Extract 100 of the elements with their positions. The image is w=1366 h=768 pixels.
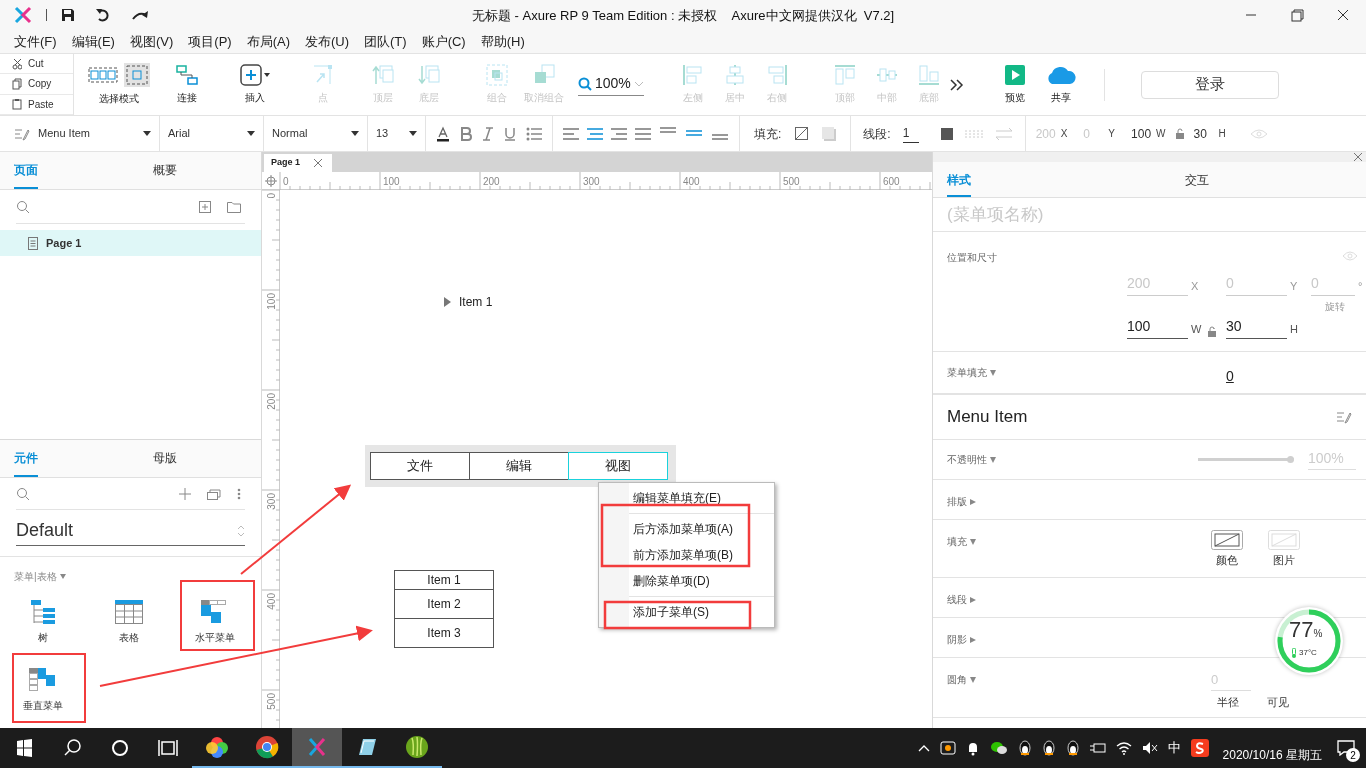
menu-item[interactable]: 账户(C) (415, 31, 472, 52)
align-text-right-icon[interactable] (611, 127, 627, 140)
penguin-icon[interactable] (1041, 740, 1056, 756)
section-header[interactable]: 排版 (947, 494, 976, 509)
widget-type-dropdown[interactable]: Menu Item (0, 116, 160, 151)
menu-item[interactable]: 编辑 (469, 452, 569, 480)
widget-item[interactable]: 表格 (86, 592, 172, 652)
position-field[interactable]: 30 (1193, 124, 1216, 143)
menu-item[interactable]: 团队(T) (358, 31, 413, 52)
panel-tab[interactable]: 概要 (153, 161, 177, 189)
menu-fill-field[interactable]: 0 (1226, 366, 1234, 387)
tree-item[interactable]: Item 1 (459, 293, 493, 311)
context-menu-item[interactable]: 删除菜单项(D) (599, 568, 774, 594)
chevron-up-icon[interactable] (917, 744, 930, 752)
underline-icon[interactable] (504, 126, 516, 141)
position-field[interactable]: 100 (1127, 317, 1188, 339)
context-menu-item[interactable]: 添加子菜单(S) (599, 599, 774, 625)
widget-item[interactable]: 垂直菜单 (0, 660, 86, 720)
category-label[interactable]: 菜单|表格 (14, 569, 261, 584)
italic-icon[interactable] (482, 126, 494, 141)
section-header[interactable]: 阴影 (947, 632, 976, 647)
fill-type-button[interactable]: 图片 (1268, 530, 1300, 569)
speaker-muted-icon[interactable] (1141, 741, 1158, 755)
panel-tab[interactable]: 元件 (14, 449, 38, 477)
widget-item[interactable]: 水平菜单 (172, 592, 258, 652)
slider[interactable] (1198, 458, 1294, 461)
toolbar-button[interactable]: 连接 (168, 54, 206, 115)
redo-icon[interactable] (131, 9, 149, 21)
toolbar-button[interactable]: 预览 (995, 54, 1034, 115)
crosshair-icon[interactable] (265, 175, 277, 187)
lock-icon[interactable] (1175, 127, 1186, 140)
menu-item[interactable]: 布局(A) (240, 31, 296, 52)
toolbar-button[interactable]: Cut (0, 54, 73, 75)
stroke-width-field[interactable]: 1 (902, 124, 919, 143)
close-icon[interactable] (1354, 153, 1362, 161)
wifi-icon[interactable] (1115, 741, 1132, 755)
position-field[interactable]: 100 (1131, 124, 1154, 143)
section-header[interactable]: 填充 (947, 534, 976, 549)
section-header[interactable]: 线段 (947, 592, 976, 607)
toolbar-button[interactable]: 选择模式 (84, 54, 154, 115)
library-dropdown[interactable]: Default (16, 516, 245, 546)
context-menu-item[interactable]: 后方添加菜单项(A) (599, 516, 774, 542)
context-menu-item[interactable]: 前方添加菜单项(B) (599, 542, 774, 568)
menu-item[interactable]: 帮助(H) (474, 31, 531, 52)
widget-item[interactable]: 树 (0, 592, 86, 652)
menu-item[interactable]: 编辑(E) (65, 31, 121, 52)
close-icon[interactable] (314, 159, 323, 167)
stroke-color-icon[interactable] (940, 127, 953, 140)
text-color-icon[interactable] (436, 125, 450, 142)
panel-tab[interactable]: 母版 (153, 449, 177, 477)
penguin-icon[interactable] (1065, 740, 1080, 756)
expand-triangle-icon[interactable] (444, 297, 451, 307)
menu-item[interactable]: 项目(P) (182, 31, 238, 52)
toolbar-button[interactable]: Paste (0, 94, 73, 115)
folder-icon[interactable] (227, 200, 241, 213)
plus-icon[interactable] (179, 487, 191, 500)
undo-icon[interactable] (95, 8, 111, 22)
bullet-list-icon[interactable] (526, 126, 542, 141)
power-plug-icon[interactable] (1089, 741, 1106, 755)
toolbar-button[interactable]: Copy (0, 74, 73, 95)
page-item[interactable]: Page 1 (0, 230, 261, 256)
sogou-icon[interactable] (1190, 739, 1209, 757)
justify-icon[interactable] (635, 127, 651, 140)
font-size-dropdown[interactable]: 13 (368, 116, 426, 151)
panel-tab[interactable]: 交互 (1185, 171, 1209, 197)
menu-item[interactable]: 视图(V) (123, 31, 180, 52)
section-header[interactable]: 菜单填充 (947, 365, 996, 380)
fill-type-button[interactable]: 颜色 (1211, 530, 1243, 569)
lock-icon[interactable] (1208, 326, 1217, 337)
font-style-dropdown[interactable]: Normal (264, 116, 368, 151)
menu-item[interactable]: 发布(U) (299, 31, 356, 52)
fill-color-icon[interactable] (795, 127, 809, 140)
menu-item[interactable]: Item 2 (394, 589, 494, 619)
section-header[interactable]: 不透明性 (947, 452, 996, 467)
align-text-center-icon[interactable] (587, 127, 603, 140)
context-menu-item[interactable]: 编辑菜单填充(E) (599, 485, 774, 511)
toolbar-button[interactable]: 插入 (236, 54, 274, 115)
security-app-icon[interactable] (939, 740, 956, 756)
chat-bubbles-icon[interactable] (989, 740, 1008, 756)
bold-icon[interactable] (460, 126, 472, 141)
zoom-dropdown[interactable]: 100% (578, 73, 644, 96)
align-text-left-icon[interactable] (563, 127, 579, 140)
menu-item[interactable]: 文件(F) (8, 31, 63, 52)
penguin-icon[interactable] (1017, 740, 1032, 756)
double-chevron-icon[interactable] (949, 78, 964, 91)
menu-item[interactable]: Item 3 (394, 618, 494, 648)
menu-item[interactable]: 文件 (370, 452, 470, 480)
more-vertical-icon[interactable] (237, 487, 241, 500)
font-dropdown[interactable]: Arial (160, 116, 264, 151)
menu-item[interactable]: Item 1 (394, 570, 494, 590)
add-page-icon[interactable] (199, 200, 211, 213)
toolbar-button[interactable]: 共享 (1041, 54, 1080, 115)
section-header[interactable]: 圆角 (947, 672, 976, 687)
input-method-indicator[interactable]: 中 (1167, 738, 1181, 758)
stack-icon[interactable] (207, 487, 221, 500)
edit-style-icon[interactable] (1336, 410, 1352, 424)
save-icon[interactable] (61, 8, 75, 22)
position-field[interactable]: 30 (1226, 317, 1287, 339)
login-button[interactable]: 登录 (1140, 70, 1279, 99)
menu-item[interactable]: 视图 (568, 452, 668, 480)
